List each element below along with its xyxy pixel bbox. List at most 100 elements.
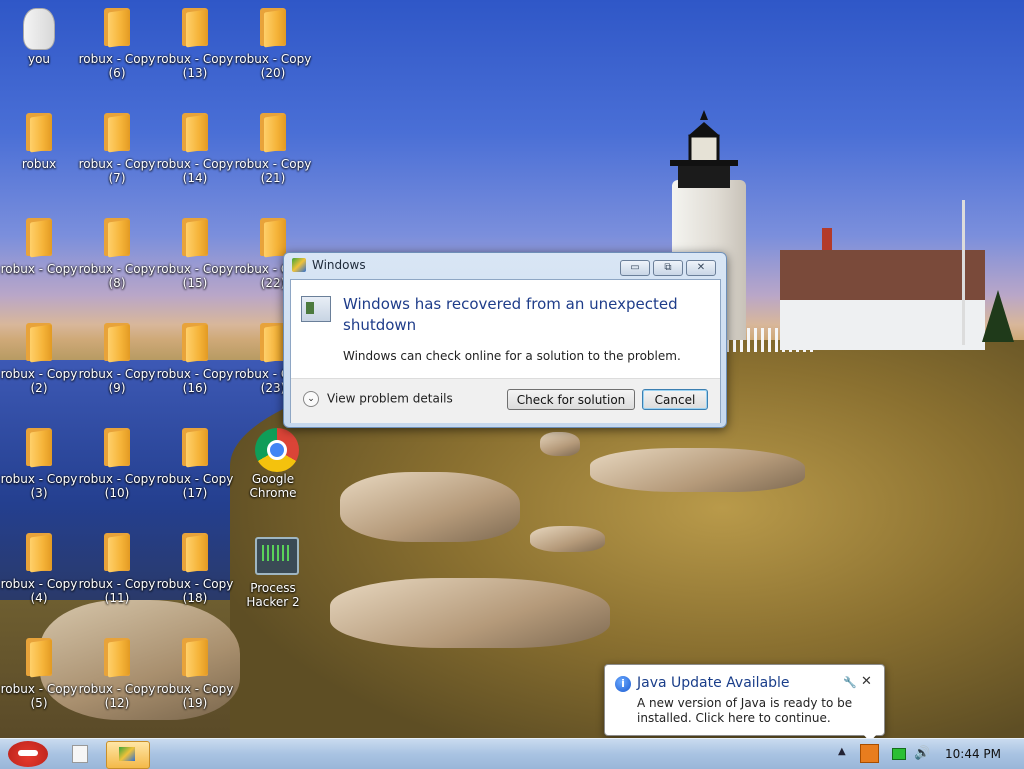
desktop-icon-label: robux - Copy (3) — [0, 472, 78, 500]
cancel-button[interactable]: Cancel — [642, 389, 708, 410]
problem-report-icon — [301, 296, 331, 322]
info-icon: i — [615, 676, 631, 692]
desktop-icon-label: robux - Copy (11) — [78, 577, 156, 605]
desktop-icon-folder[interactable]: robux - Copy (19) — [156, 638, 234, 710]
desktop-icon-label: robux - Copy (19) — [156, 682, 234, 710]
java-tray-icon[interactable] — [860, 744, 879, 763]
folder-icon — [180, 8, 210, 48]
clock[interactable]: 10:44 PM — [940, 747, 1006, 761]
desktop-icon-process-hacker[interactable]: Process Hacker 2 — [234, 533, 312, 609]
desktop-icon-folder[interactable]: robux - Copy (21) — [234, 113, 312, 185]
desktop-icon-folder[interactable]: robux - Copy (20) — [234, 8, 312, 80]
desktop-icon-folder[interactable]: robux - Copy (5) — [0, 638, 78, 710]
desktop-icon-folder[interactable]: robux - Copy (13) — [156, 8, 234, 80]
dialog-titlebar[interactable]: Windows ▭ ⧉ ✕ — [284, 253, 726, 279]
process-hacker-icon — [255, 537, 299, 575]
restore-button[interactable]: ⧉ — [653, 260, 683, 276]
wallpaper-lighthouse-lantern — [670, 110, 738, 188]
dialog-body: Windows has recovered from an unexpected… — [290, 279, 721, 423]
desktop-icon-label: robux - Copy (6) — [78, 52, 156, 80]
desktop-icon-folder[interactable]: robux - Copy (7) — [78, 113, 156, 185]
wallpaper-rock — [530, 526, 605, 552]
desktop-icon-label: you — [27, 52, 51, 66]
java-update-balloon[interactable]: i Java Update Available 🔧 ✕ A new versio… — [604, 664, 885, 742]
folder-icon — [258, 8, 288, 48]
start-button[interactable] — [2, 739, 54, 769]
desktop-icon-folder[interactable]: robux - Copy (10) — [78, 428, 156, 500]
desktop-icon-label: robux - Copy (15) — [156, 262, 234, 290]
desktop-icon-folder[interactable]: robux - Copy — [0, 218, 78, 276]
minimize-button[interactable]: ▭ — [620, 260, 650, 276]
folder-icon — [258, 218, 288, 258]
recovery-dialog: Windows ▭ ⧉ ✕ Windows has recovered from… — [283, 252, 727, 428]
desktop-icon-label: robux - Copy (4) — [0, 577, 78, 605]
taskbar: ▲ 🔊 10:44 PM — [0, 738, 1024, 769]
desktop-icon-label: robux - Copy (9) — [78, 367, 156, 395]
desktop-icon-folder[interactable]: robux - Copy (6) — [78, 8, 156, 80]
folder-icon — [24, 113, 54, 153]
desktop-icon-label: Google Chrome — [249, 472, 297, 500]
desktop-icon-label: robux - Copy (21) — [234, 157, 312, 185]
view-problem-details-label: View problem details — [327, 391, 453, 406]
minimize-icon: ▭ — [630, 262, 640, 273]
desktop-icon-recycle-bin[interactable]: you — [0, 8, 78, 66]
folder-icon — [102, 638, 132, 678]
wallpaper-flagpole — [962, 200, 965, 345]
volume-icon[interactable]: 🔊 — [914, 746, 930, 761]
desktop-icon-label: robux - Copy (14) — [156, 157, 234, 185]
desktop-icon-label: robux - Copy (12) — [78, 682, 156, 710]
folder-icon — [24, 323, 54, 363]
folder-icon — [258, 113, 288, 153]
desktop-icon-folder[interactable]: robux - Copy (2) — [0, 323, 78, 395]
dialog-subtext: Windows can check online for a solution … — [343, 349, 681, 363]
folder-icon — [102, 113, 132, 153]
desktop-icon-label: robux - Copy — [0, 262, 78, 276]
folder-icon — [102, 428, 132, 468]
folder-icon — [24, 218, 54, 258]
chevron-down-icon: ⌄ — [303, 391, 319, 407]
taskbar-windows-dialog-button[interactable] — [106, 741, 150, 769]
desktop-icon-folder[interactable]: robux - Copy (16) — [156, 323, 234, 395]
desktop-icon-folder[interactable]: robux - Copy (18) — [156, 533, 234, 605]
desktop-icon-folder[interactable]: robux - Copy (12) — [78, 638, 156, 710]
desktop-icon-label: robux - Copy (18) — [156, 577, 234, 605]
desktop-icon-folder[interactable]: robux - Copy (17) — [156, 428, 234, 500]
folder-icon — [24, 428, 54, 468]
desktop-icon-folder[interactable]: robux - Copy (15) — [156, 218, 234, 290]
desktop-icon-label: robux - Copy (10) — [78, 472, 156, 500]
dialog-title: Windows — [312, 258, 366, 272]
check-for-solution-button[interactable]: Check for solution — [507, 389, 635, 410]
close-icon: ✕ — [696, 262, 706, 273]
options-wrench-icon[interactable]: 🔧 — [843, 676, 857, 689]
desktop-icon-label: Process Hacker 2 — [246, 581, 300, 609]
dialog-heading: Windows has recovered from an unexpected… — [343, 295, 678, 334]
view-problem-details-toggle[interactable]: ⌄ View problem details — [303, 391, 453, 407]
folder-icon — [102, 533, 132, 573]
wallpaper-tree — [982, 290, 1014, 342]
folder-icon — [180, 218, 210, 258]
desktop-icon-folder[interactable]: robux - Copy (8) — [78, 218, 156, 290]
quick-launch-icon[interactable] — [72, 745, 88, 763]
desktop-icon-folder[interactable]: robux — [0, 113, 78, 171]
desktop-icon-folder[interactable]: robux - Copy (4) — [0, 533, 78, 605]
wallpaper-rock — [590, 448, 805, 492]
desktop-icon-folder[interactable]: robux - Copy (9) — [78, 323, 156, 395]
desktop-icon-label: robux - Copy (2) — [0, 367, 78, 395]
folder-icon — [180, 323, 210, 363]
desktop-icon-folder[interactable]: robux - Copy (3) — [0, 428, 78, 500]
close-button[interactable]: ✕ — [686, 260, 716, 276]
folder-icon — [180, 638, 210, 678]
show-hidden-icons-icon[interactable]: ▲ — [838, 746, 846, 757]
wallpaper-rock — [540, 432, 580, 456]
desktop-icon-folder[interactable]: robux - Copy (14) — [156, 113, 234, 185]
desktop-icon-folder[interactable]: robux - Copy (11) — [78, 533, 156, 605]
balloon-text: A new version of Java is ready to be ins… — [637, 696, 853, 725]
desktop-icon-chrome[interactable]: Google Chrome — [234, 428, 312, 500]
balloon-close-icon[interactable]: ✕ — [861, 674, 872, 689]
desktop-icon-label: robux - Copy (16) — [156, 367, 234, 395]
desktop-icon-label: robux - Copy (5) — [0, 682, 78, 710]
windows-flag-icon — [292, 258, 306, 272]
wallpaper-rock — [330, 578, 610, 648]
network-icon[interactable] — [892, 748, 906, 760]
desktop-icon-label: robux - Copy (7) — [78, 157, 156, 185]
